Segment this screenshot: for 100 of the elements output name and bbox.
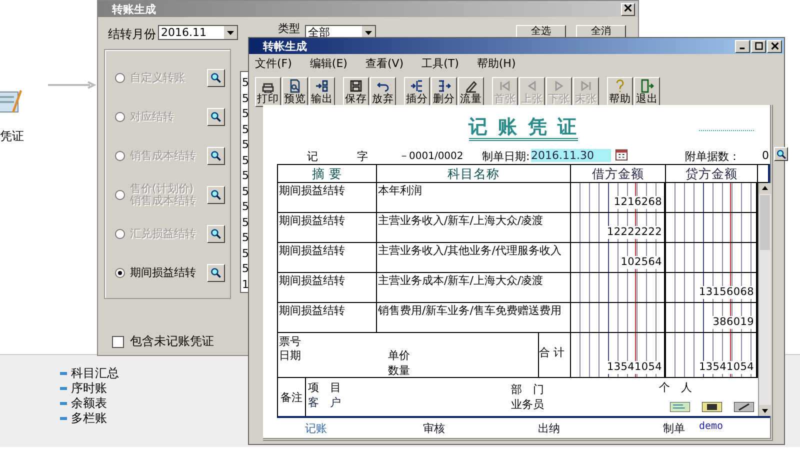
date-field[interactable]: 2016.11.30 bbox=[531, 149, 611, 162]
table-cell[interactable]: 主营业务成本/新车/上海大众/凌渡 bbox=[377, 273, 571, 302]
select-button[interactable]: 全消 bbox=[576, 25, 626, 38]
minimize-button[interactable] bbox=[735, 40, 750, 52]
signature-label: 审核 bbox=[423, 421, 445, 436]
table-cell[interactable]: 主营业务收入/新车/上海大众/凌渡 bbox=[377, 213, 571, 242]
toolbar-button[interactable]: 打印 bbox=[255, 77, 281, 107]
option-label[interactable]: 期间损益结转 bbox=[130, 266, 200, 278]
table-cell[interactable]: 本年利润 bbox=[377, 183, 571, 212]
card-icon[interactable] bbox=[670, 402, 690, 412]
scroll-thumb[interactable] bbox=[760, 195, 770, 250]
scroll-down-icon[interactable] bbox=[759, 405, 771, 416]
checkbox[interactable] bbox=[112, 336, 124, 348]
maximize-button[interactable] bbox=[751, 40, 766, 52]
search-button[interactable] bbox=[207, 108, 225, 126]
search-icon bbox=[210, 228, 222, 240]
scrollbar[interactable] bbox=[758, 183, 771, 416]
toolbar-button[interactable]: 流量 bbox=[458, 77, 484, 107]
month-dropdown[interactable]: 2016.11 bbox=[158, 25, 238, 40]
signature-label: 记账 bbox=[305, 421, 327, 436]
list-cell-text: 5 bbox=[241, 75, 250, 90]
search-icon bbox=[210, 266, 222, 278]
search-button[interactable] bbox=[774, 147, 788, 161]
field-label: 项 目 bbox=[308, 380, 341, 395]
menu-item[interactable]: 文件(F) bbox=[255, 56, 292, 70]
toolbar-button[interactable]: 预览 bbox=[282, 77, 308, 107]
search-button[interactable] bbox=[207, 146, 225, 164]
radio-button[interactable] bbox=[115, 268, 125, 278]
table-cell[interactable]: 期间损益结转 bbox=[278, 213, 377, 242]
toolbar-button[interactable]: 退出 bbox=[634, 77, 660, 107]
menu-item[interactable]: 工具(T) bbox=[422, 56, 459, 70]
list-cell-text: 5 bbox=[241, 168, 250, 184]
list-cell-text: 5 bbox=[241, 106, 250, 122]
toolbar-button[interactable]: 插分 bbox=[404, 77, 430, 107]
table-cell[interactable]: 期间损益结转 bbox=[278, 243, 377, 272]
column-header: 科目名称 bbox=[377, 165, 571, 182]
column-header: 借方金额 bbox=[571, 165, 666, 182]
field-label: 业务员 bbox=[511, 397, 544, 412]
export-icon bbox=[315, 79, 329, 93]
table-cell[interactable]: 销售费用/新车业务/售车免费赠送费用 bbox=[377, 303, 571, 332]
list-cell-text: 1 bbox=[241, 276, 250, 292]
signature-label: 出纳 bbox=[538, 421, 560, 436]
list-cell-text: 5 bbox=[241, 214, 250, 230]
toolbar-button[interactable]: 输出 bbox=[309, 77, 335, 107]
menu-item[interactable]: 帮助(H) bbox=[476, 56, 516, 70]
pen-icon[interactable] bbox=[734, 402, 754, 412]
list-cell-text: 5 bbox=[241, 137, 250, 152]
search-icon bbox=[210, 110, 222, 122]
toolbar-button[interactable]: 帮助 bbox=[607, 77, 633, 107]
search-button[interactable] bbox=[207, 224, 225, 242]
close-button[interactable] bbox=[621, 2, 635, 16]
checkbox-label[interactable]: 包含未记账凭证 bbox=[130, 333, 214, 350]
report-link[interactable]: 序时账 bbox=[60, 381, 119, 396]
signature-value: demo bbox=[699, 421, 724, 434]
menu-item[interactable]: 编辑(E) bbox=[310, 56, 348, 70]
search-button[interactable] bbox=[207, 68, 225, 86]
toolbar-button[interactable]: 删分 bbox=[431, 77, 457, 107]
menu-item[interactable]: 查看(V) bbox=[365, 56, 404, 70]
attachments-label: 附单据数： bbox=[685, 149, 740, 164]
image-icon[interactable] bbox=[702, 402, 722, 412]
table-cell[interactable]: 期间损益结转 bbox=[278, 183, 377, 212]
price-label: 单价 bbox=[388, 349, 410, 362]
report-link[interactable]: 科目汇总 bbox=[60, 366, 119, 381]
list-cell-text: 5 bbox=[241, 184, 250, 199]
first-icon bbox=[498, 79, 512, 93]
list-cell-text: 5 bbox=[241, 122, 250, 137]
voucher-number: －0001/0002 bbox=[399, 150, 464, 163]
select-button[interactable]: 全选 bbox=[516, 25, 566, 38]
field-label: 结转月份 bbox=[108, 26, 156, 43]
close-icon bbox=[770, 42, 778, 50]
quantity-label: 数量 bbox=[388, 364, 410, 377]
voucher-type-suffix: 字 bbox=[357, 149, 368, 164]
window-title: 转帐生成 bbox=[263, 38, 307, 54]
field-label: 客 户 bbox=[308, 395, 341, 410]
search-button[interactable] bbox=[207, 186, 225, 204]
list-cell-text: 5 bbox=[241, 246, 250, 261]
close-button[interactable] bbox=[767, 40, 782, 52]
toolbar-button[interactable]: 保存 bbox=[343, 77, 369, 107]
window-title: 转账生成 bbox=[112, 2, 156, 16]
shortcut-label[interactable]: 凭证 bbox=[0, 128, 24, 145]
list-cell-text: 5 bbox=[241, 152, 250, 168]
exit-door-icon bbox=[640, 79, 654, 93]
table-cell[interactable]: 期间损益结转 bbox=[278, 303, 377, 332]
table-cell[interactable]: 主营业务收入/其他业务/代理服务收入 bbox=[377, 243, 571, 272]
report-link[interactable]: 余额表 bbox=[60, 396, 119, 411]
search-icon bbox=[210, 188, 222, 200]
ticket-label: 票号 bbox=[279, 335, 301, 348]
toolbar-button[interactable]: 放弃 bbox=[370, 77, 396, 107]
search-button[interactable] bbox=[207, 264, 225, 282]
list-cell-text: 5 bbox=[241, 230, 250, 246]
table-cell[interactable]: 期间损益结转 bbox=[278, 273, 377, 302]
date-label: 日期 bbox=[279, 349, 301, 362]
voucher-title: 记 账 凭 证 bbox=[468, 116, 578, 141]
scroll-up-icon[interactable] bbox=[759, 183, 771, 194]
attachments-count[interactable]: 0 bbox=[762, 149, 769, 162]
list-cell-text: 5 bbox=[241, 90, 250, 106]
list-cell-text: 5 bbox=[241, 261, 250, 276]
maximize-icon bbox=[754, 42, 762, 50]
calendar-icon[interactable] bbox=[615, 148, 628, 161]
report-link[interactable]: 多栏账 bbox=[60, 411, 119, 426]
